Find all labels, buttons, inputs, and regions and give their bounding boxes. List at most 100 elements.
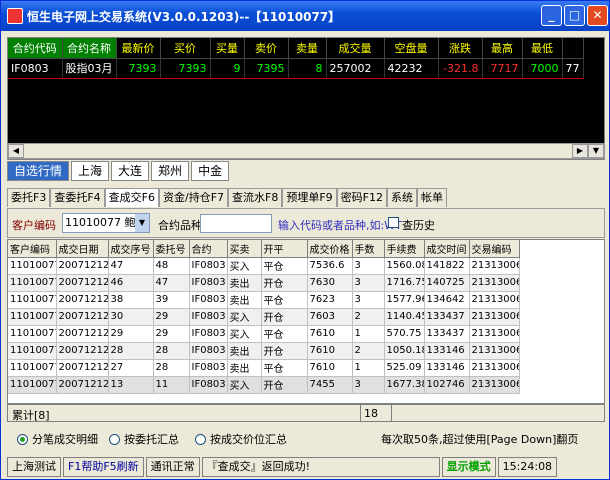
radio-button[interactable] bbox=[17, 433, 28, 445]
table-row[interactable]: 11010077 20071212 47 48 IF0803 买入 平仓 7536.6 3 156… bbox=[8, 257, 520, 275]
scroll-down-icon[interactable]: ▼ bbox=[588, 144, 604, 158]
table-cell: 开仓 bbox=[261, 376, 308, 394]
radio-option[interactable]: 按委托汇总 bbox=[109, 431, 179, 447]
table-cell: 141822 bbox=[424, 257, 470, 275]
table-cell: 3 bbox=[352, 376, 385, 394]
table-cell: 1 bbox=[352, 325, 385, 343]
market-tab[interactable]: 郑州 bbox=[151, 161, 190, 181]
table-header-row: 客户编码 成交日期 成交序号 委托号 合约 买卖 开平 成交价格 手数 手续费 成交时间 交易编码 bbox=[8, 240, 520, 258]
status-message: 『查成交』返回成功! bbox=[201, 457, 440, 477]
close-button[interactable]: ✕ bbox=[587, 5, 608, 26]
column-header[interactable]: 委托号 bbox=[153, 240, 190, 258]
column-header[interactable]: 手续费 bbox=[384, 240, 425, 258]
table-cell: 28 bbox=[108, 342, 154, 360]
table-cell: 47 bbox=[153, 274, 190, 292]
quote-cell: 9 bbox=[210, 57, 245, 79]
quote-row[interactable]: IF0803 股指03月 7393 7393 9 7395 8 257002 42232 -321… bbox=[8, 57, 584, 79]
function-tab[interactable]: 查流水F8 bbox=[228, 188, 283, 207]
table-cell: 133146 bbox=[424, 359, 470, 377]
table-row[interactable]: 11010077 20071212 13 11 IF0803 买入 开仓 7455 3 1677.… bbox=[8, 376, 520, 394]
table-cell: 21313006 bbox=[469, 342, 520, 360]
table-cell: 7603 bbox=[307, 308, 353, 326]
table-cell: 1140.45 bbox=[384, 308, 425, 326]
table-cell: 21313006 bbox=[469, 359, 520, 377]
function-tab[interactable]: 委托F3 bbox=[7, 188, 51, 207]
title-bar[interactable]: 恒生电子网上交易系统(V3.0.0.1203)--【11010077】 _ □ … bbox=[1, 1, 609, 31]
client-code-select[interactable]: 11010077 鲍玺 ▼ bbox=[62, 213, 150, 233]
column-header[interactable]: 买卖 bbox=[227, 240, 262, 258]
status-market: 上海测试 bbox=[7, 457, 61, 477]
display-mode-button[interactable]: 显示模式 bbox=[441, 457, 496, 477]
table-row[interactable]: 11010077 20071212 30 29 IF0803 买入 开仓 7603 2 1140.… bbox=[8, 308, 520, 326]
table-cell: 20071212 bbox=[56, 376, 109, 394]
table-row[interactable]: 11010077 20071212 38 39 IF0803 卖出 平仓 7623 3 1577.… bbox=[8, 291, 520, 309]
quote-header-cell: 卖价 bbox=[244, 38, 289, 59]
column-header[interactable]: 客户编码 bbox=[8, 240, 57, 258]
table-row[interactable]: 11010077 20071212 28 28 IF0803 卖出 开仓 7610 2 1050.… bbox=[8, 342, 520, 360]
quote-header-cell: 最高 bbox=[482, 38, 523, 59]
market-tab[interactable]: 自选行情 bbox=[7, 161, 70, 181]
quote-cell: 7000 bbox=[522, 57, 563, 79]
table-cell: 133437 bbox=[424, 308, 470, 326]
column-header[interactable]: 成交序号 bbox=[108, 240, 154, 258]
column-header[interactable]: 成交时间 bbox=[424, 240, 470, 258]
trades-table: 客户编码 成交日期 成交序号 委托号 合约 买卖 开平 成交价格 手数 手续费 成交时间 交易编码 1… bbox=[7, 239, 605, 404]
function-tab[interactable]: 系统 bbox=[387, 188, 418, 207]
radio-button[interactable] bbox=[109, 433, 120, 445]
radio-button[interactable] bbox=[195, 433, 206, 445]
history-checkbox[interactable] bbox=[388, 217, 399, 228]
column-header[interactable]: 成交价格 bbox=[307, 240, 353, 258]
maximize-button[interactable]: □ bbox=[564, 5, 585, 26]
column-header[interactable]: 合约 bbox=[189, 240, 228, 258]
table-row[interactable]: 11010077 20071212 46 47 IF0803 卖出 开仓 7630 3 1716.… bbox=[8, 274, 520, 292]
market-tab[interactable]: 上海 bbox=[71, 161, 110, 181]
table-cell: 29 bbox=[153, 325, 190, 343]
column-header[interactable]: 成交日期 bbox=[56, 240, 109, 258]
quote-cell: 7717 bbox=[482, 57, 523, 79]
function-tab[interactable]: 查委托F4 bbox=[50, 188, 105, 207]
radio-label: 分笔成交明细 bbox=[32, 433, 98, 446]
table-cell: 11010077 bbox=[8, 291, 57, 309]
radio-option[interactable]: 分笔成交明细 bbox=[17, 431, 98, 447]
scroll-right-icon[interactable]: ▶ bbox=[572, 144, 588, 158]
function-tab[interactable]: 查成交F6 bbox=[104, 188, 159, 207]
table-cell: 525.09 bbox=[384, 359, 425, 377]
table-row[interactable]: 11010077 20071212 27 28 IF0803 卖出 平仓 7610 1 525.0… bbox=[8, 359, 520, 377]
table-cell: 卖出 bbox=[227, 274, 262, 292]
client-code-label: 客户编码 bbox=[12, 219, 56, 232]
function-tab[interactable]: 帐单 bbox=[417, 188, 448, 207]
contract-input[interactable] bbox=[200, 214, 272, 233]
chevron-down-icon[interactable]: ▼ bbox=[135, 214, 149, 232]
table-cell: 133437 bbox=[424, 325, 470, 343]
market-tab[interactable]: 中金 bbox=[191, 161, 230, 181]
table-cell: IF0803 bbox=[189, 257, 228, 275]
table-row[interactable]: 11010077 20071212 29 29 IF0803 买入 平仓 7610 1 570.7… bbox=[8, 325, 520, 343]
summary-bar: 累计[8] 18 bbox=[7, 404, 605, 422]
scroll-left-icon[interactable]: ◀ bbox=[8, 144, 24, 158]
horizontal-scrollbar[interactable]: ◀ ▶ ▼ bbox=[7, 143, 605, 159]
minimize-button[interactable]: _ bbox=[541, 5, 562, 26]
column-header[interactable]: 交易编码 bbox=[469, 240, 520, 258]
table-cell: 1050.18 bbox=[384, 342, 425, 360]
quote-cell: -321.8 bbox=[438, 57, 483, 79]
table-cell: 21313006 bbox=[469, 257, 520, 275]
function-tab[interactable]: 预埋单F9 bbox=[282, 188, 337, 207]
table-cell: IF0803 bbox=[189, 274, 228, 292]
table-cell: 140725 bbox=[424, 274, 470, 292]
radio-option[interactable]: 按成交价位汇总 bbox=[195, 431, 287, 447]
quote-header-cell: 空盘量 bbox=[384, 38, 439, 59]
table-cell: 39 bbox=[153, 291, 190, 309]
market-tab[interactable]: 大连 bbox=[111, 161, 150, 181]
quote-header-cell: 买量 bbox=[210, 38, 245, 59]
table-cell: 2 bbox=[352, 308, 385, 326]
table-cell: 38 bbox=[108, 291, 154, 309]
table-cell: 20071212 bbox=[56, 291, 109, 309]
quote-cell: IF0803 bbox=[8, 57, 63, 79]
table-cell: 11010077 bbox=[8, 274, 57, 292]
column-header[interactable]: 开平 bbox=[261, 240, 308, 258]
function-tab[interactable]: 资金/持仓F7 bbox=[158, 188, 229, 207]
table-cell: 48 bbox=[153, 257, 190, 275]
function-tab[interactable]: 密码F12 bbox=[336, 188, 388, 207]
app-icon bbox=[7, 8, 23, 24]
column-header[interactable]: 手数 bbox=[352, 240, 385, 258]
